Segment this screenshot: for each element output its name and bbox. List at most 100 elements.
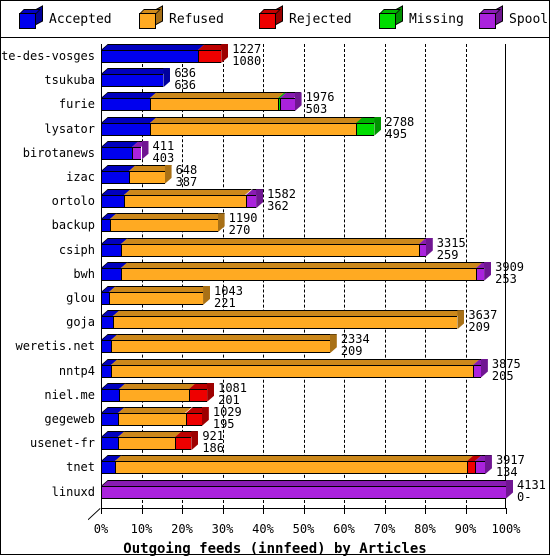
bar-segment-accepted[interactable] — [101, 50, 199, 63]
bar-row[interactable]: 636 636 — [101, 67, 526, 91]
bar-segment-accepted[interactable] — [101, 122, 150, 136]
bar-segment-spooled[interactable] — [132, 146, 142, 160]
bar-segment-refused[interactable] — [124, 195, 246, 209]
bar-segment-spooled[interactable] — [418, 243, 426, 257]
bar-segment-missing[interactable] — [356, 122, 375, 136]
bar-row[interactable]: 2788 495 — [101, 116, 526, 140]
bar-segment-refused[interactable] — [109, 292, 204, 305]
bar-segment-accepted[interactable] — [101, 364, 112, 378]
bar-row[interactable]: 1582 362 — [101, 188, 526, 212]
bar-end-cap — [294, 92, 302, 112]
x-tick-label: 10% — [130, 522, 153, 536]
bar-segment-refused[interactable] — [128, 171, 165, 184]
bar-segment-refused[interactable] — [150, 98, 278, 112]
bar-segment-refused[interactable] — [111, 340, 330, 354]
bar-row[interactable]: 3875 205 — [101, 356, 526, 382]
bar-row[interactable]: 2334 209 — [101, 333, 526, 357]
bar-row[interactable]: 1029 195 — [101, 406, 526, 430]
bar-secondary-value: 495 — [385, 126, 408, 141]
bar-segment-refused[interactable] — [113, 316, 458, 330]
x-tick-label: 80% — [414, 522, 436, 536]
bar-segment-refused[interactable] — [118, 437, 176, 451]
bar-segment-accepted[interactable] — [101, 267, 122, 281]
bar-secondary-value: 195 — [212, 417, 235, 431]
bar-secondary-value: 1080 — [232, 54, 262, 68]
y-axis-label: niel.me — [44, 387, 95, 402]
bar-value-labels: 3315 259 — [437, 237, 466, 261]
bar-secondary-value: 259 — [436, 247, 459, 262]
bar-end-cap — [484, 455, 492, 475]
bar-end-cap — [480, 358, 488, 378]
bar-segment-rejected[interactable] — [188, 388, 208, 402]
bar-total-value: 4131 — [517, 477, 546, 492]
bar-segment-accepted[interactable] — [101, 146, 133, 160]
bar-row[interactable]: 921 186 — [101, 430, 526, 454]
bar-secondary-value: 221 — [214, 296, 236, 310]
legend-item-refused: Refused — [139, 1, 224, 37]
bar-total-value: 3875 — [491, 356, 521, 371]
x-tick-label: 70% — [373, 522, 396, 536]
bar-row[interactable]: 1043 221 — [101, 285, 526, 309]
bar-row[interactable]: 3315 259 — [101, 237, 526, 261]
bar-row[interactable]: 1190 270 — [101, 212, 526, 236]
bar-segment-accepted[interactable] — [101, 292, 110, 305]
bar-row[interactable]: 1227 1080 — [101, 43, 526, 67]
legend-label: Refused — [169, 11, 224, 27]
bar-secondary-value: 201 — [218, 392, 240, 407]
bar-segment-refused[interactable] — [119, 388, 189, 402]
bar-row[interactable]: 648 387 — [101, 164, 526, 188]
bar-segment-accepted[interactable] — [101, 413, 119, 426]
legend-label: Accepted — [49, 11, 112, 27]
bar-row[interactable]: 1081 201 — [101, 382, 526, 406]
y-axis-labels: bete-des-vosges tsukuba furie lysator birota… — [0, 38, 98, 508]
bar-value-labels: 1582 362 — [267, 188, 296, 212]
bar-segment-refused[interactable] — [121, 267, 477, 281]
x-tick-label: 0% — [93, 522, 109, 536]
bar-secondary-value: 503 — [305, 102, 328, 117]
bar-segment-accepted[interactable] — [101, 243, 122, 257]
x-tick-label: 30% — [211, 522, 234, 536]
bar-end-cap — [217, 213, 225, 233]
bar-segment-accepted[interactable] — [101, 316, 114, 330]
bar-segment-accepted[interactable] — [101, 195, 125, 209]
bar-segment-spooled[interactable] — [280, 98, 295, 112]
bar-segment-accepted[interactable] — [101, 98, 151, 112]
y-axis-label: nntp4 — [58, 363, 95, 378]
bar-segment-accepted[interactable] — [101, 437, 119, 451]
bar-segment-accepted[interactable] — [101, 340, 112, 354]
bar-segment-rejected[interactable] — [175, 437, 192, 451]
bar-segment-spooled[interactable] — [474, 461, 485, 475]
bar-segment-spooled[interactable] — [476, 267, 485, 281]
bar-segment-accepted[interactable] — [101, 171, 129, 184]
bar-row[interactable]: 3637 209 — [101, 309, 526, 333]
bar-row[interactable]: 1976 503 — [101, 91, 526, 115]
bar-secondary-value: 636 — [174, 78, 197, 93]
bar-segment-accepted[interactable] — [101, 461, 116, 475]
bar-segment-rejected[interactable] — [198, 50, 222, 63]
bar-segment-accepted[interactable] — [101, 74, 164, 88]
bar-row[interactable]: 3917 134 — [101, 454, 526, 478]
bar-segment-rejected[interactable] — [185, 413, 202, 426]
y-axis-label: tnet — [66, 460, 95, 475]
bar-segment-refused[interactable] — [121, 243, 419, 257]
bar-segment-refused[interactable] — [149, 122, 357, 136]
bar-segment-accepted[interactable] — [101, 388, 120, 402]
bar-row[interactable]: 411 403 — [101, 140, 526, 164]
bar-segment-refused[interactable] — [111, 364, 473, 378]
bar-secondary-value: 403 — [152, 150, 175, 165]
bar-segment-spooled[interactable] — [245, 195, 257, 209]
bar-segment-refused[interactable] — [118, 413, 186, 426]
bar-end-cap — [221, 44, 229, 63]
bar-segment-rejected[interactable] — [466, 461, 475, 475]
y-axis-label: gegeweb — [44, 412, 95, 426]
bar-row[interactable]: 4131 0- — [101, 479, 546, 503]
bar-row[interactable]: 3909 253 — [101, 261, 526, 285]
bar-segment-spooled[interactable] — [101, 485, 506, 499]
bar-segment-refused[interactable] — [109, 219, 218, 233]
bar-segment-refused[interactable] — [115, 461, 467, 475]
y-axis-label: backup — [51, 218, 95, 233]
x-tick-mark — [425, 509, 426, 514]
bar-segment-accepted[interactable] — [101, 219, 110, 233]
bar-segment-spooled[interactable] — [472, 364, 481, 378]
chart-legend: Accepted Refused Rejected Missing Spooled — [1, 1, 550, 38]
